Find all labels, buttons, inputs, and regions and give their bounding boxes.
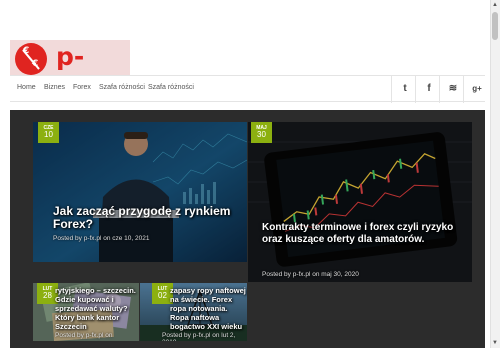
nav-item-biznes[interactable]: Biznes bbox=[44, 84, 65, 91]
post-date-badge: CZE 10 bbox=[38, 122, 59, 143]
facebook-icon[interactable]: f bbox=[415, 76, 442, 103]
rss-icon[interactable]: ≋ bbox=[439, 76, 466, 103]
page: € € p-fx.pl Home Biznes Forex Szafa różn… bbox=[0, 0, 500, 348]
post-image-tablet-chart bbox=[248, 122, 472, 282]
post-title[interactable]: Jak zacząć przygodę z rynkiem Forex? bbox=[53, 205, 233, 231]
nav-item-forex[interactable]: Forex bbox=[73, 84, 91, 91]
logo-euro-icon: € € bbox=[15, 43, 47, 75]
google-plus-icon[interactable]: g+ bbox=[463, 76, 490, 103]
logo-euro-symbol: € bbox=[32, 59, 39, 69]
scroll-down-arrow-icon[interactable]: ▼ bbox=[492, 340, 498, 346]
post-date-day: 10 bbox=[44, 130, 53, 139]
nav-item-home[interactable]: Home bbox=[17, 84, 36, 91]
featured-post-card[interactable]: CZE 10 Jak zacząć przygodę z rynkiem For… bbox=[33, 122, 247, 262]
post-meta: Posted by p-fx.pl on lut 2, 2018 bbox=[162, 332, 236, 341]
post-meta: Posted by p-fx.pl on bbox=[55, 332, 113, 339]
post-date-badge: MAJ 30 bbox=[251, 122, 272, 143]
featured-post-card[interactable]: LUT 28 rytyjskiego – szczecin. Gdzie kup… bbox=[33, 283, 139, 341]
post-meta: Posted by p-fx.pl on cze 10, 2021 bbox=[53, 235, 150, 242]
post-title[interactable]: Kontrakty terminowe i forex czyli ryzyko… bbox=[262, 222, 462, 246]
scroll-up-arrow-icon[interactable]: ▲ bbox=[492, 2, 498, 8]
post-title[interactable]: zapasy ropy naftowej na świecie. Forex r… bbox=[170, 286, 247, 331]
post-meta: Posted by p-fx.pl on maj 30, 2020 bbox=[262, 271, 359, 278]
post-date-day: 30 bbox=[257, 130, 266, 139]
nav-item-szafa-roznosci[interactable]: Szafa różności bbox=[99, 84, 145, 91]
site-logo[interactable]: € € p-fx.pl bbox=[10, 40, 130, 100]
featured-post-card[interactable]: MAJ 30 Kontrakty terminowe i forex czyli… bbox=[248, 122, 472, 282]
post-title[interactable]: rytyjskiego – szczecin. Gdzie kupować i … bbox=[55, 286, 139, 331]
featured-posts-grid: CZE 10 Jak zacząć przygodę z rynkiem For… bbox=[10, 110, 485, 348]
nav-item-szafa-roznosci-2[interactable]: Szafa różności bbox=[148, 84, 194, 91]
featured-post-card[interactable]: LUT 02 zapasy ropy naftowej na świecie. … bbox=[140, 283, 247, 341]
scrollbar-thumb[interactable] bbox=[492, 12, 498, 40]
twitter-icon[interactable]: t bbox=[391, 76, 418, 103]
page-scrollbar[interactable]: ▲ ▼ bbox=[490, 0, 500, 348]
main-navigation: Home Biznes Forex Szafa różności Szafa r… bbox=[10, 75, 485, 103]
